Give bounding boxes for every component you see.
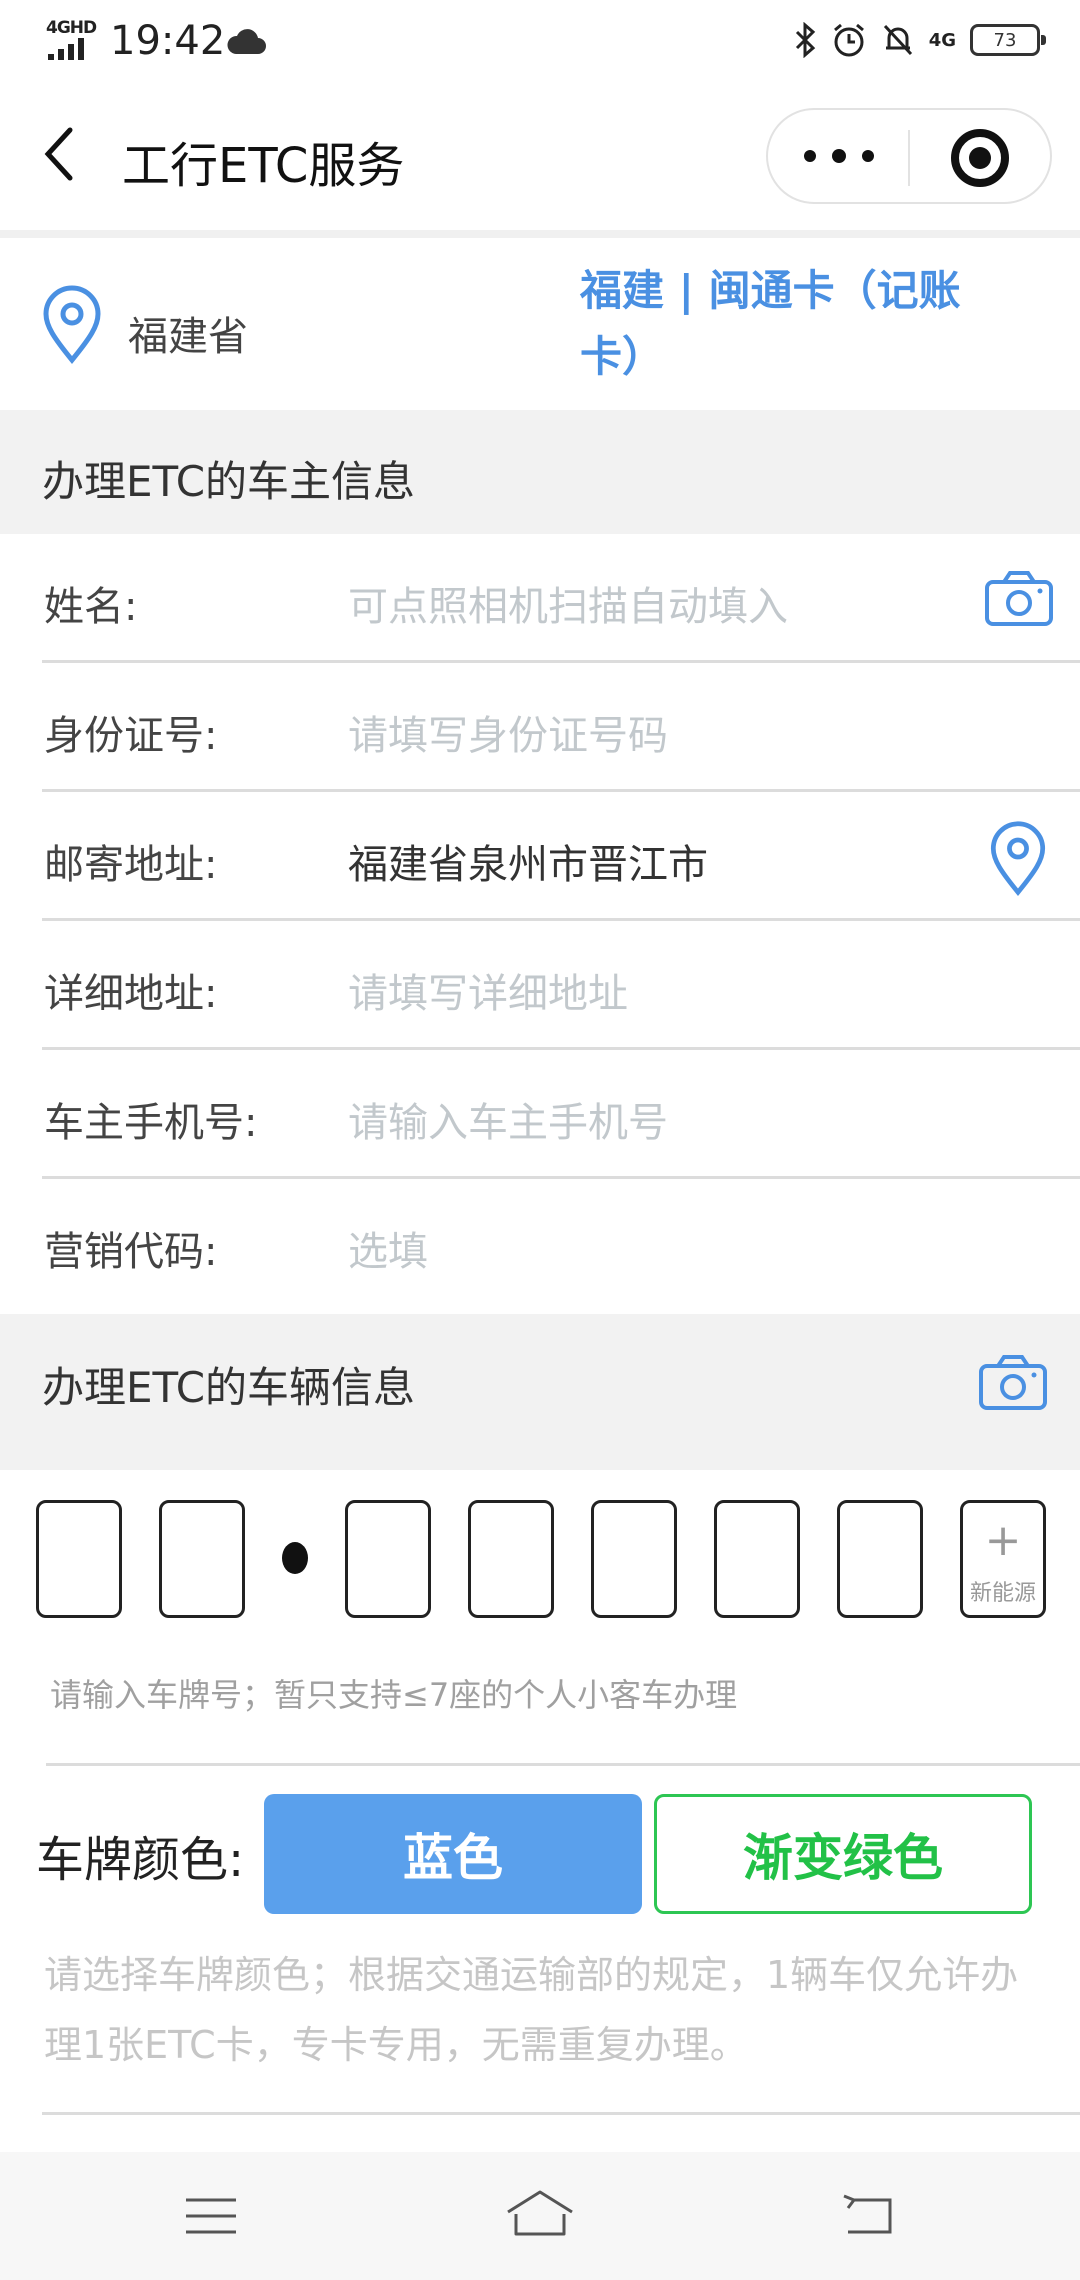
id-number-input[interactable]: 请填写身份证号码	[348, 703, 668, 761]
name-input[interactable]: 可点照相机扫描自动填入	[348, 574, 788, 632]
detail-address-label: 详细地址:	[44, 971, 218, 1017]
nav-bar: 工行ETC服务	[0, 84, 1080, 230]
plate-color-hint: 请选择车牌颜色；根据交通运输部的规定，1辆车仅允许办理1张ETC卡，专卡专用，无…	[44, 1953, 1019, 2067]
alarm-icon	[833, 23, 864, 57]
plate-char-box[interactable]	[714, 1500, 800, 1618]
plate-char-box[interactable]	[591, 1500, 677, 1618]
divider	[46, 1763, 1080, 1766]
mini-program-capsule	[766, 108, 1052, 204]
plate-char-box[interactable]	[36, 1500, 122, 1618]
divider	[42, 2112, 1080, 2115]
more-icon[interactable]	[804, 134, 874, 178]
battery-level: 73	[993, 29, 1017, 51]
marketing-code-row[interactable]: 营销代码: 选填	[0, 1179, 1080, 1308]
marketing-code-label: 营销代码:	[44, 1229, 218, 1275]
card-type-link[interactable]: 福建 | 闽通卡（记账卡）	[580, 258, 1020, 390]
system-nav-bar	[0, 2152, 1080, 2280]
province-label: 福建省	[128, 314, 248, 360]
owner-phone-row[interactable]: 车主手机号: 请输入车主手机号	[0, 1050, 1080, 1179]
location-pin-icon[interactable]	[986, 820, 1050, 896]
back-arrow-icon[interactable]	[40, 124, 80, 184]
cloud-icon	[227, 29, 266, 54]
marketing-code-input[interactable]: 选填	[348, 1219, 428, 1277]
back-nav-icon[interactable]	[840, 2192, 896, 2236]
camera-icon[interactable]	[984, 570, 1054, 626]
id-number-label: 身份证号:	[44, 713, 218, 759]
close-target-icon[interactable]	[951, 129, 1009, 187]
plate-color-label: 车牌颜色:	[36, 1832, 245, 1888]
owner-phone-input[interactable]: 请输入车主手机号	[348, 1090, 668, 1148]
owner-section-header: 办理ETC的车主信息	[0, 410, 1080, 534]
plate-separator-dot	[282, 1542, 308, 1574]
mailing-address-row[interactable]: 邮寄地址: 福建省泉州市晋江市	[0, 792, 1080, 921]
signal-icon	[48, 38, 84, 60]
mailing-address-label: 邮寄地址:	[44, 842, 218, 888]
new-energy-plate-box[interactable]: + 新能源	[960, 1500, 1046, 1618]
home-icon[interactable]	[504, 2188, 576, 2238]
location-row[interactable]: 福建省 福建 | 闽通卡（记账卡）	[0, 238, 1080, 410]
status-bar: 4GHD 19:42 4G 73	[0, 0, 1080, 84]
vehicle-section-title: 办理ETC的车辆信息	[42, 1363, 416, 1412]
name-label: 姓名:	[44, 584, 138, 630]
plate-hint: 请输入车牌号；暂只支持≤7座的个人小客车办理	[50, 1676, 738, 1714]
detail-address-input[interactable]: 请填写详细地址	[348, 961, 628, 1019]
blue-plate-button[interactable]: 蓝色	[264, 1794, 642, 1914]
plate-char-box[interactable]	[159, 1500, 245, 1618]
name-row[interactable]: 姓名: 可点照相机扫描自动填入	[0, 534, 1080, 663]
plus-icon: +	[984, 1515, 1022, 1566]
capsule-divider	[908, 130, 910, 186]
network-indicator: 4GHD	[46, 18, 97, 38]
green-plate-button[interactable]: 渐变绿色	[654, 1794, 1032, 1914]
divider	[0, 230, 1080, 238]
mute-bell-icon	[883, 24, 912, 56]
bluetooth-icon	[795, 22, 815, 58]
id-number-row[interactable]: 身份证号: 请填写身份证号码	[0, 663, 1080, 792]
mailing-address-value[interactable]: 福建省泉州市晋江市	[348, 832, 708, 890]
new-energy-label: 新能源	[969, 1581, 1036, 1606]
status-time: 19:42	[110, 18, 226, 64]
plate-char-box[interactable]	[468, 1500, 554, 1618]
battery-icon: 73	[970, 24, 1046, 56]
page-title: 工行ETC服务	[122, 138, 405, 194]
owner-section-title: 办理ETC的车主信息	[42, 457, 416, 506]
plate-char-box[interactable]	[345, 1500, 431, 1618]
mobile-network-label: 4G	[928, 29, 956, 51]
detail-address-row[interactable]: 详细地址: 请填写详细地址	[0, 921, 1080, 1050]
location-pin-icon	[43, 285, 101, 364]
camera-icon[interactable]	[978, 1354, 1048, 1410]
menu-icon[interactable]	[184, 2196, 238, 2236]
plate-char-box[interactable]	[837, 1500, 923, 1618]
owner-phone-label: 车主手机号:	[44, 1100, 258, 1146]
vehicle-section-header: 办理ETC的车辆信息	[0, 1314, 1080, 1470]
